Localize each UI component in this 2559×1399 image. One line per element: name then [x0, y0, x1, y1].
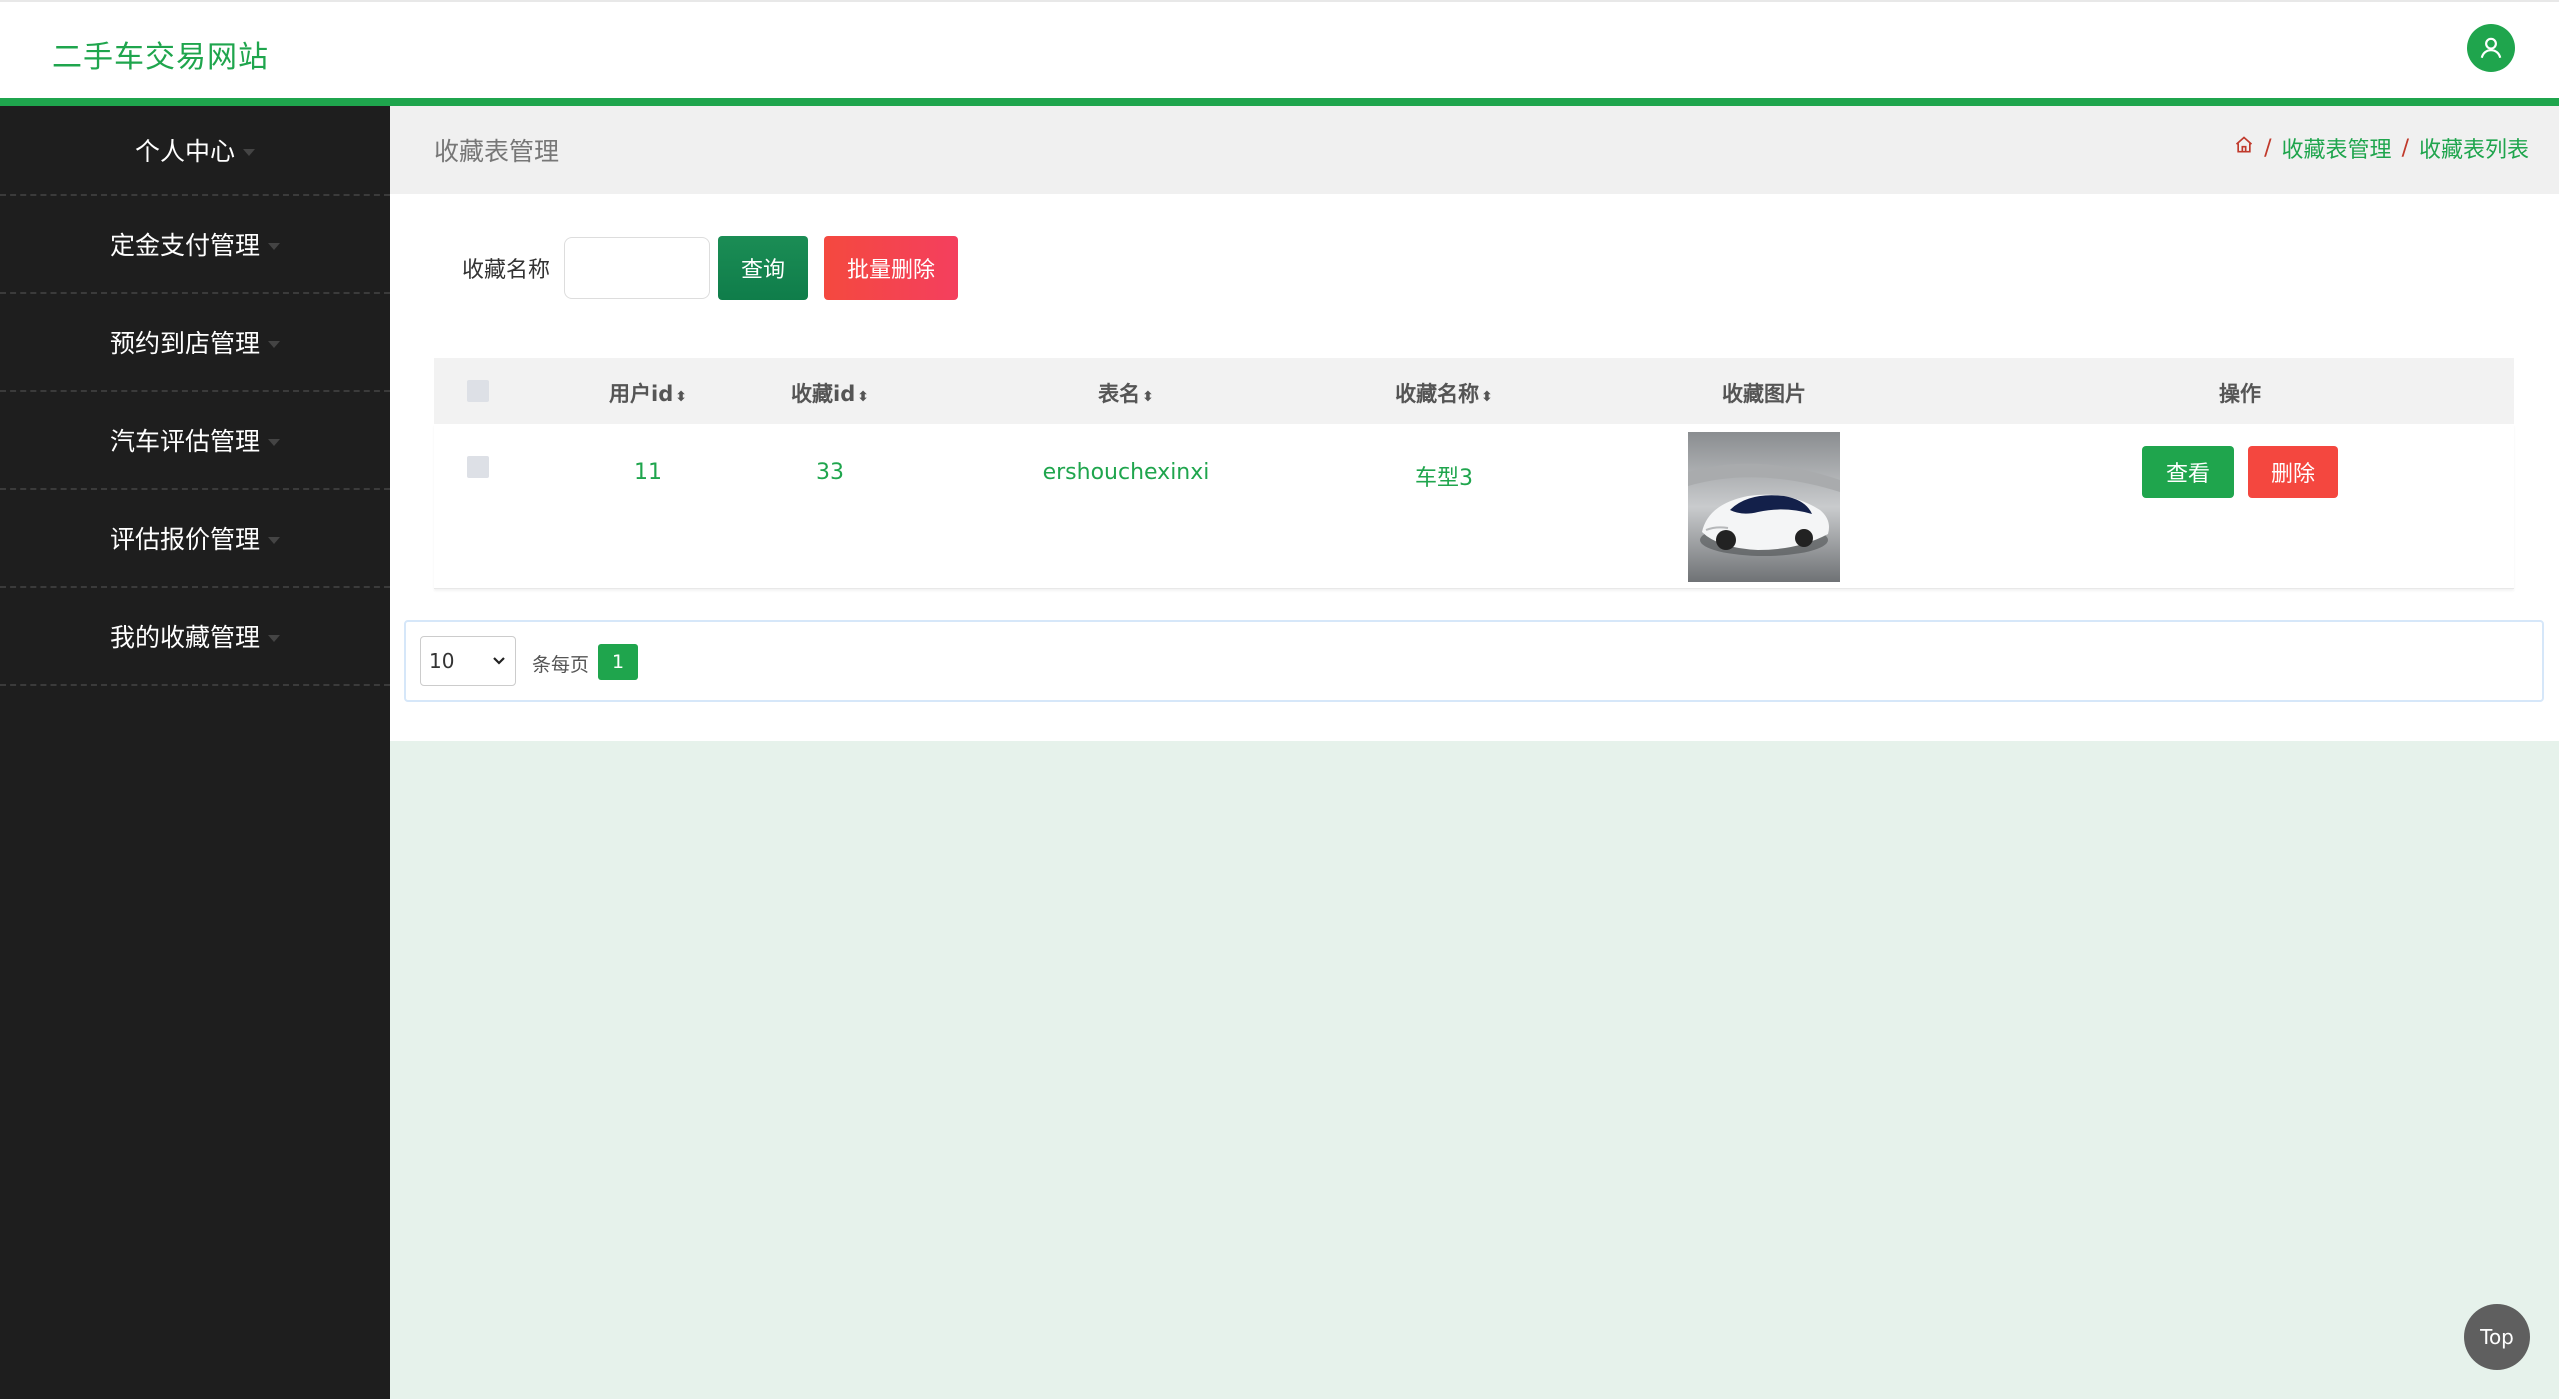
breadcrumb: / 收藏表管理 / 收藏表列表 [2234, 132, 2529, 164]
select-all-checkbox[interactable] [467, 380, 489, 402]
column-header-label: 收藏id [791, 382, 856, 406]
column-header-user-id[interactable]: 用户id ⬍ [609, 378, 687, 408]
sidebar-item-personal-center[interactable]: 个人中心 [0, 106, 390, 196]
sort-icon: ⬍ [1142, 389, 1154, 405]
favorites-table: 用户id ⬍ 收藏id ⬍ 表名 ⬍ 收藏名称 ⬍ 收藏图片 操作 11 33 ersh… [434, 358, 2514, 589]
cell-fav-id: 33 [816, 460, 844, 485]
column-header-fav-name[interactable]: 收藏名称 ⬍ [1395, 378, 1493, 408]
search-label: 收藏名称 [462, 258, 551, 283]
sidebar-item-my-favorites[interactable]: 我的收藏管理 [0, 588, 390, 686]
sidebar-item-car-evaluation[interactable]: 汽车评估管理 [0, 392, 390, 490]
sort-icon: ⬍ [857, 389, 869, 405]
sidebar-item-label: 预约到店管理 [109, 329, 260, 358]
breadcrumb-item-list[interactable]: 收藏表列表 [2419, 132, 2529, 164]
cell-fav-name: 车型3 [1415, 466, 1473, 491]
car-thumbnail[interactable] [1688, 432, 1840, 582]
cell-table-name: ershouchexinxi [1042, 460, 1210, 485]
column-header-actions: 操作 [2219, 382, 2261, 406]
batch-delete-button[interactable]: 批量删除 [824, 236, 959, 300]
column-header-label: 表名 [1098, 382, 1141, 406]
row-checkbox[interactable] [467, 456, 489, 478]
chevron-down-icon [268, 536, 280, 544]
sidebar-item-deposit-payment[interactable]: 定金支付管理 [0, 196, 390, 294]
chevron-down-icon [243, 148, 255, 156]
sidebar-item-store-appointment[interactable]: 预约到店管理 [0, 294, 390, 392]
view-button[interactable]: 查看 [2142, 446, 2234, 498]
sidebar-item-label: 个人中心 [134, 137, 235, 166]
chevron-down-icon [268, 438, 280, 446]
page-size-value: 10 [429, 649, 455, 673]
sidebar-item-label: 我的收藏管理 [109, 623, 260, 652]
page-size-select[interactable]: 10 [420, 636, 516, 686]
query-button[interactable]: 查询 [718, 236, 809, 300]
breadcrumb-separator: / [2264, 135, 2272, 161]
user-avatar-icon[interactable] [2467, 24, 2515, 72]
column-header-label: 用户id [609, 382, 674, 406]
chevron-down-icon [268, 340, 280, 348]
sidebar-item-evaluation-quote[interactable]: 评估报价管理 [0, 490, 390, 588]
search-input[interactable] [564, 237, 711, 299]
site-title: 二手车交易网站 [52, 40, 269, 75]
per-page-label: 条每页 [532, 654, 590, 676]
search-bar: 收藏名称 查询 批量删除 [462, 236, 959, 300]
sidebar-item-label: 汽车评估管理 [109, 427, 260, 456]
chevron-down-icon [268, 634, 280, 642]
page-title: 收藏表管理 [434, 137, 560, 166]
sidebar-item-label: 定金支付管理 [109, 231, 260, 260]
cell-user-id: 11 [634, 460, 662, 485]
breadcrumb-separator: / [2401, 135, 2409, 161]
column-header-fav-id[interactable]: 收藏id ⬍ [791, 378, 869, 408]
header-accent-line [0, 98, 2559, 106]
sidebar-item-label: 评估报价管理 [109, 525, 260, 554]
page-header: 收藏表管理 / 收藏表管理 / 收藏表列表 [390, 106, 2559, 194]
back-to-top-button[interactable]: Top [2464, 1304, 2530, 1370]
table-row: 11 33 ershouchexinxi 车型3 查看 删除 [434, 424, 2514, 589]
home-icon[interactable] [2234, 135, 2254, 161]
delete-button[interactable]: 删除 [2248, 446, 2338, 498]
breadcrumb-item-manage[interactable]: 收藏表管理 [2282, 132, 2392, 164]
chevron-down-icon [493, 657, 505, 665]
sidebar: 个人中心 定金支付管理 预约到店管理 汽车评估管理 评估报价管理 我的收藏管理 [0, 106, 390, 1399]
table-header: 用户id ⬍ 收藏id ⬍ 表名 ⬍ 收藏名称 ⬍ 收藏图片 操作 [434, 358, 2514, 424]
page-number-current[interactable]: 1 [598, 644, 638, 680]
column-header-label: 收藏名称 [1395, 382, 1480, 406]
column-header-table-name[interactable]: 表名 ⬍ [1098, 378, 1154, 408]
chevron-down-icon [268, 242, 280, 250]
top-header: 二手车交易网站 [0, 0, 2559, 98]
pagination: 10 条每页 1 [404, 620, 2544, 702]
sort-icon: ⬍ [1481, 389, 1493, 405]
column-header-fav-image: 收藏图片 [1722, 382, 1806, 406]
sort-icon: ⬍ [675, 389, 687, 405]
